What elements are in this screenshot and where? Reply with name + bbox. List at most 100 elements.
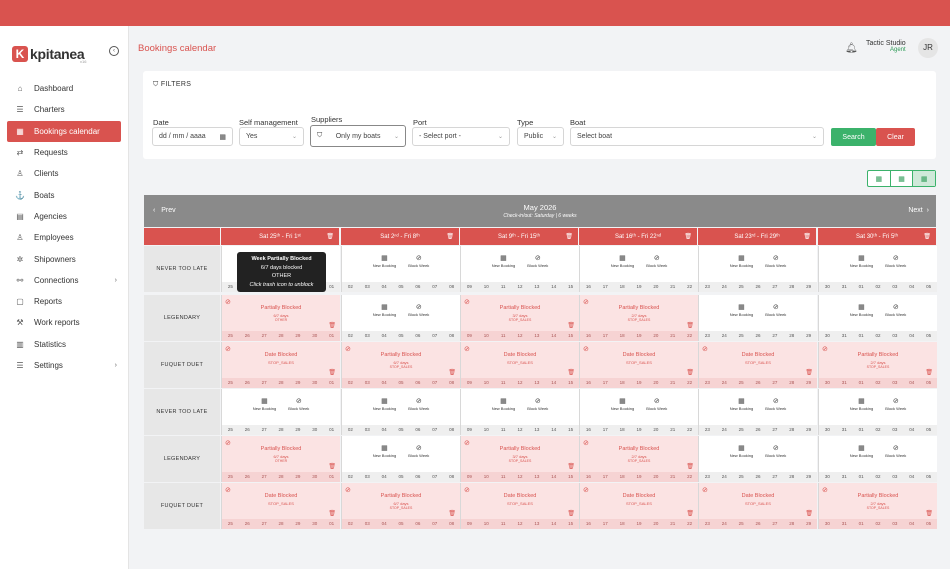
day-number[interactable]: 30 [306,519,323,529]
day-number[interactable]: 26 [750,331,767,341]
day-number[interactable]: 28 [783,282,800,292]
day-number[interactable]: 05 [920,519,937,529]
day-number[interactable]: 21 [664,519,681,529]
day-number[interactable]: 01 [323,378,340,388]
day-number[interactable]: 25 [222,425,239,435]
day-number[interactable]: 17 [597,425,614,435]
day-number[interactable]: 02 [870,378,887,388]
day-number[interactable]: 14 [545,425,562,435]
avatar[interactable]: JR [918,38,938,58]
day-number[interactable]: 08 [443,331,460,341]
sidebar-item-dashboard[interactable]: ⌂ Dashboard [7,78,121,99]
day-number[interactable]: 28 [273,331,290,341]
day-number[interactable]: 12 [512,378,529,388]
day-number[interactable]: 02 [342,378,359,388]
block-week-button[interactable]: ⊘Block Week [646,397,667,411]
day-number[interactable]: 02 [342,519,359,529]
new-booking-button[interactable]: ▦New Booking [730,254,754,268]
day-number[interactable]: 15 [562,282,579,292]
free-week-cell[interactable]: ▦ New Booking ⊘ Block Week 02 03 04 05 06 07 08 [341,295,460,341]
block-week-button[interactable]: ⊘Block Week [885,254,906,268]
day-number[interactable]: 17 [597,378,614,388]
day-number[interactable]: 03 [359,282,376,292]
day-number[interactable]: 07 [426,472,443,482]
day-number[interactable]: 21 [664,425,681,435]
trash-icon[interactable]: 🗑︎ [925,510,933,517]
day-number[interactable]: 24 [716,282,733,292]
trash-icon[interactable]: 🗑︎ [686,322,694,329]
day-number[interactable]: 09 [461,282,478,292]
trash-icon[interactable]: 🗑︎ [686,463,694,470]
day-number[interactable]: 29 [289,331,306,341]
view-week-button[interactable]: ▦ [913,171,936,186]
day-number[interactable]: 28 [273,472,290,482]
day-number[interactable]: 29 [800,425,817,435]
day-number[interactable]: 03 [886,378,903,388]
search-button[interactable]: Search [831,128,876,146]
trash-icon[interactable]: 🗑︎ [326,233,334,240]
boat-select[interactable]: Select boat ⌄ [570,127,824,146]
day-number[interactable]: 26 [239,472,256,482]
day-number[interactable]: 05 [920,425,937,435]
day-number[interactable]: 04 [903,282,920,292]
free-week-cell[interactable]: ▦ New Booking ⊘ Block Week 23 24 25 26 27 28 29 [698,436,817,482]
day-number[interactable]: 25 [733,519,750,529]
blocked-week-cell[interactable]: ⊘ Date Blocked STOP_SALES 🗑︎ 25 26 27 28 29 30 01 [221,483,340,529]
trash-icon[interactable]: 🗑︎ [328,510,336,517]
day-number[interactable]: 18 [614,425,631,435]
blocked-week-cell[interactable]: ⊘ Partially Blocked 2/7 days STOP_SALES 🗑︎ 16… [579,436,698,482]
day-number[interactable]: 27 [256,472,273,482]
day-number[interactable]: 01 [323,519,340,529]
day-number[interactable]: 01 [853,472,870,482]
trash-icon[interactable]: 🗑︎ [684,233,692,240]
day-number[interactable]: 08 [443,519,460,529]
next-button[interactable]: Next › [908,207,929,214]
day-number[interactable]: 27 [766,425,783,435]
self-management-select[interactable]: Yes ⌄ [239,127,304,146]
trash-icon[interactable]: 🗑︎ [567,322,575,329]
day-number[interactable]: 13 [528,519,545,529]
day-number[interactable]: 16 [580,425,597,435]
day-number[interactable]: 09 [461,472,478,482]
day-number[interactable]: 29 [800,378,817,388]
day-number[interactable]: 02 [342,331,359,341]
day-number[interactable]: 25 [222,472,239,482]
day-number[interactable]: 24 [716,472,733,482]
trash-icon[interactable]: 🗑︎ [925,369,933,376]
day-number[interactable]: 13 [528,331,545,341]
block-week-button[interactable]: ⊘Block Week [765,397,786,411]
collapse-sidebar-icon[interactable]: ‹ [109,46,119,56]
new-booking-button[interactable]: ▦New Booking [611,254,635,268]
day-number[interactable]: 23 [699,472,716,482]
day-number[interactable]: 18 [614,519,631,529]
trash-icon[interactable]: 🗑︎ [803,233,811,240]
day-number[interactable]: 27 [256,519,273,529]
day-number[interactable]: 26 [750,378,767,388]
sidebar-item-shipowners[interactable]: ✲ Shipowners [7,248,121,269]
day-number[interactable]: 09 [461,519,478,529]
day-number[interactable]: 02 [870,472,887,482]
day-number[interactable]: 20 [647,331,664,341]
day-number[interactable]: 27 [766,472,783,482]
new-booking-button[interactable]: ▦New Booking [492,397,516,411]
day-number[interactable]: 02 [870,519,887,529]
blocked-week-cell[interactable]: ⊘ Partially Blocked 6/7 days STOP_SALES 🗑︎ 02… [341,483,460,529]
day-number[interactable]: 28 [783,519,800,529]
sidebar-item-charters[interactable]: ☰ Charters [7,99,121,120]
day-number[interactable]: 30 [819,472,836,482]
day-number[interactable]: 17 [597,472,614,482]
block-week-button[interactable]: ⊘Block Week [288,397,309,411]
day-number[interactable]: 14 [545,472,562,482]
day-number[interactable]: 04 [903,378,920,388]
blocked-week-cell[interactable]: ⊘ Partially Blocked 6/7 days OTHER 🗑︎ 25 26 27 2… [221,436,340,482]
day-number[interactable]: 16 [580,472,597,482]
sidebar-item-clients[interactable]: ♙ Clients [7,163,121,184]
day-number[interactable]: 31 [836,519,853,529]
day-number[interactable]: 01 [853,378,870,388]
trash-icon[interactable]: 🗑︎ [565,233,573,240]
day-number[interactable]: 10 [478,519,495,529]
day-number[interactable]: 10 [478,331,495,341]
day-number[interactable]: 29 [800,331,817,341]
trash-icon[interactable]: 🗑︎ [328,463,336,470]
new-booking-button[interactable]: ▦New Booking [373,303,397,317]
